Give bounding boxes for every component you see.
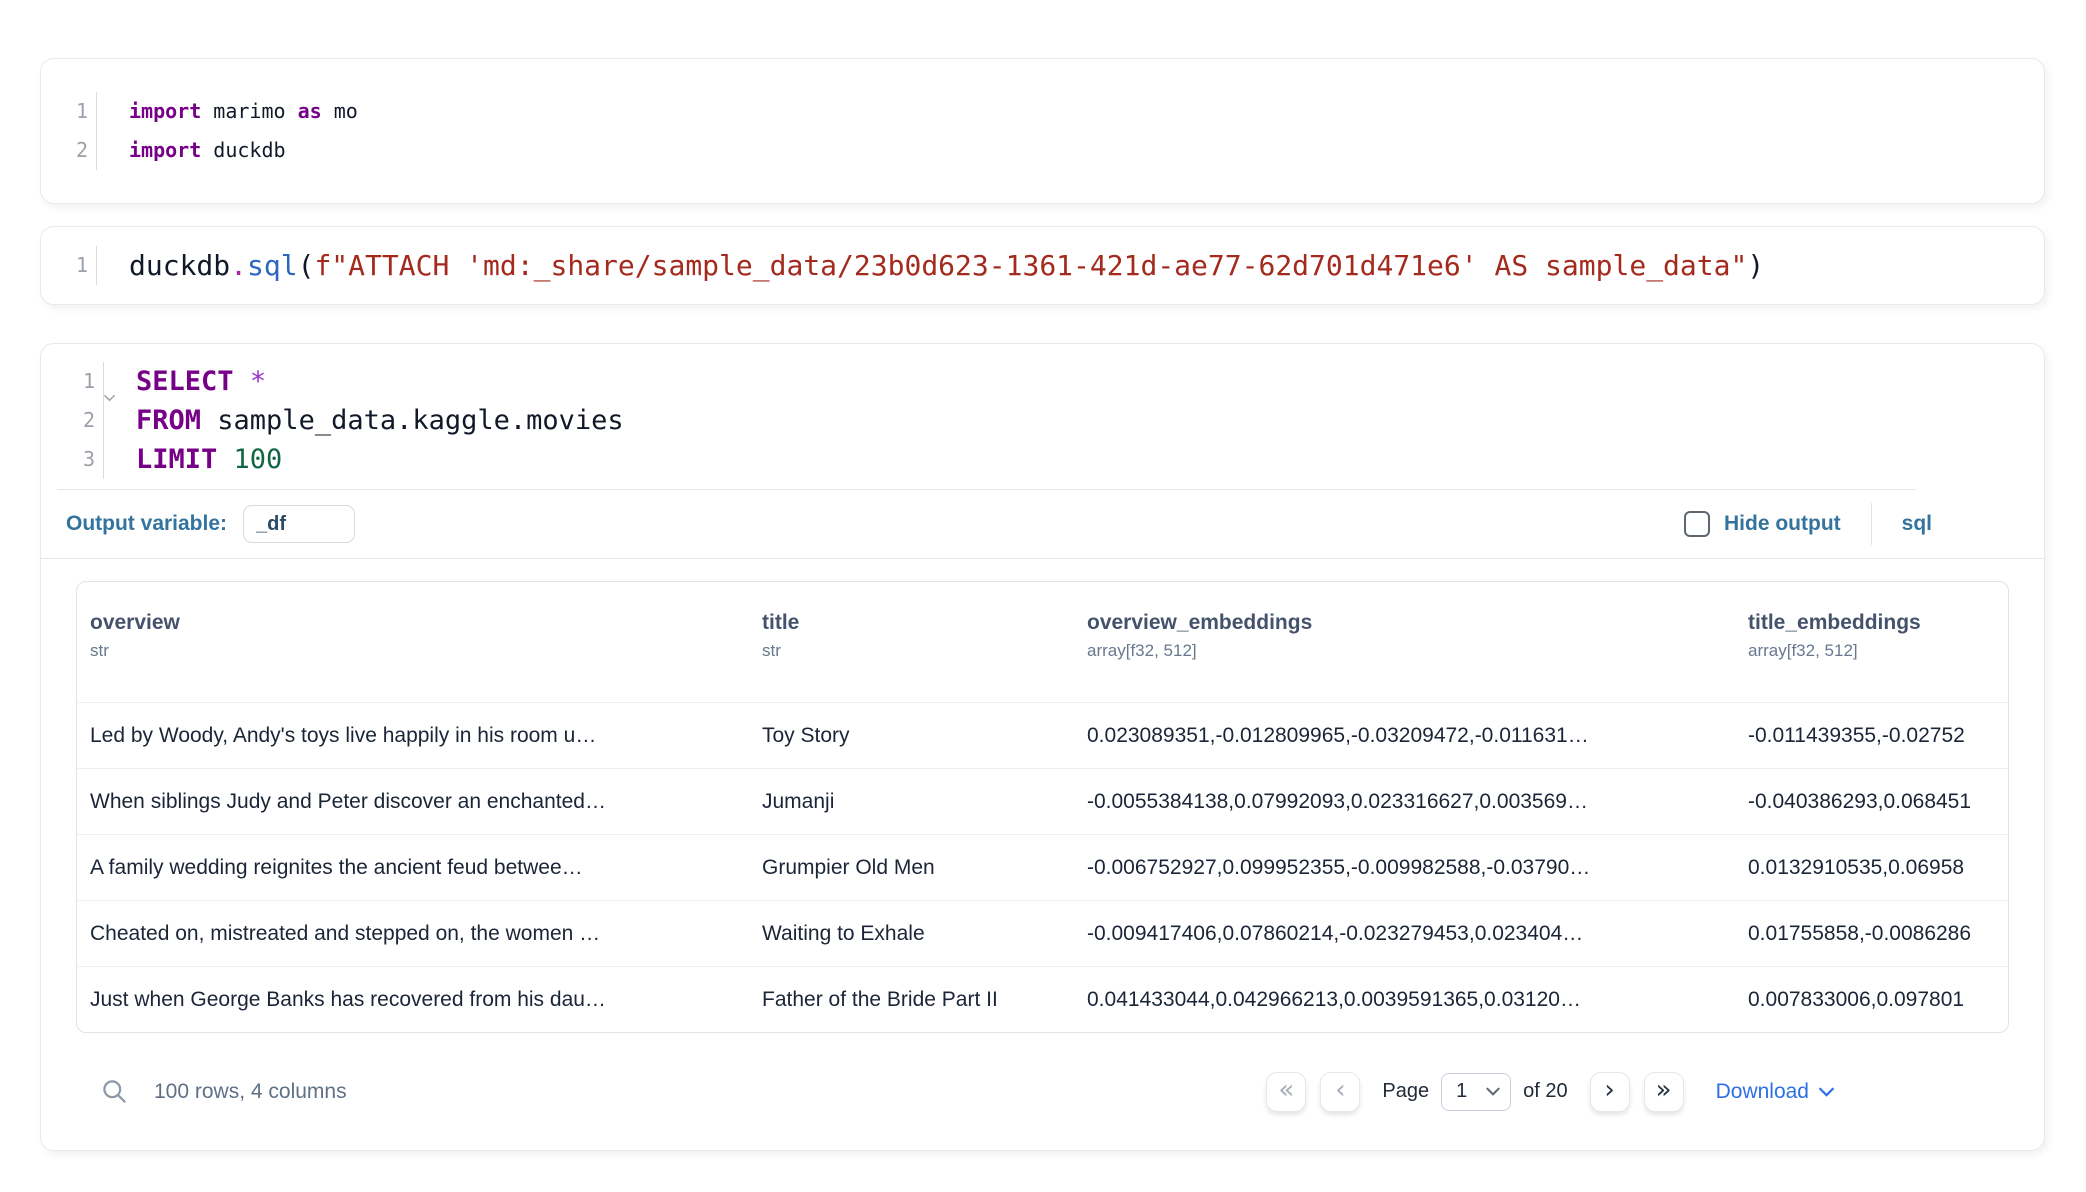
table-row[interactable]: Just when George Banks has recovered fro… bbox=[77, 966, 2008, 1032]
pagination: « ‹ Page 1 of 20 › » Download bbox=[1266, 1072, 1834, 1112]
table-cell: -0.0055384138,0.07992093,0.023316627,0.0… bbox=[1074, 790, 1735, 814]
code-cell-attach: 1duckdb.sql(f"ATTACH 'md:_share/sample_d… bbox=[40, 226, 2045, 305]
table-cell: 0.01755858,-0.0086286 bbox=[1735, 922, 2009, 946]
table-cell: -0.040386293,0.068451 bbox=[1735, 790, 2009, 814]
output-divider bbox=[41, 558, 2044, 559]
table-cell: A family wedding reignites the ancient f… bbox=[77, 856, 749, 880]
line-number: 2 bbox=[41, 131, 96, 170]
first-page-button[interactable]: « bbox=[1266, 1072, 1306, 1112]
column-header[interactable]: overviewstr bbox=[77, 610, 749, 702]
code-line[interactable]: 2import duckdb bbox=[41, 131, 2044, 170]
table-row[interactable]: A family wedding reignites the ancient f… bbox=[77, 834, 2008, 900]
vertical-divider bbox=[1871, 503, 1872, 545]
chevron-down-icon bbox=[1486, 1087, 1500, 1096]
table-row[interactable]: Cheated on, mistreated and stepped on, t… bbox=[77, 900, 2008, 966]
output-variable-input[interactable] bbox=[243, 505, 355, 543]
code-line[interactable]: 1duckdb.sql(f"ATTACH 'md:_share/sample_d… bbox=[41, 246, 2044, 285]
column-name: title bbox=[762, 610, 1074, 636]
fold-chevron-down-icon[interactable] bbox=[104, 376, 115, 415]
table-cell: -0.011439355,-0.02752 bbox=[1735, 724, 2009, 748]
table-header-row: overviewstrtitlestroverview_embeddingsar… bbox=[77, 582, 2008, 702]
column-type: array[f32, 512] bbox=[1087, 636, 1735, 666]
table-body: Led by Woody, Andy's toys live happily i… bbox=[77, 702, 2008, 1032]
table-footer: 100 rows, 4 columns « ‹ Page 1 of 20 › »… bbox=[41, 1033, 2044, 1150]
code-line[interactable]: 3LIMIT 100 bbox=[41, 440, 2044, 479]
table-cell: -0.006752927,0.099952355,-0.009982588,-0… bbox=[1074, 856, 1735, 880]
next-page-button[interactable]: › bbox=[1590, 1072, 1630, 1112]
column-name: overview_embeddings bbox=[1087, 610, 1735, 636]
table-cell: -0.009417406,0.07860214,-0.023279453,0.0… bbox=[1074, 922, 1735, 946]
table-row[interactable]: When siblings Judy and Peter discover an… bbox=[77, 768, 2008, 834]
line-number: 2 bbox=[41, 401, 103, 440]
last-page-button[interactable]: » bbox=[1644, 1072, 1684, 1112]
code-line[interactable]: 1import marimo as mo bbox=[41, 92, 2044, 131]
table-cell: Grumpier Old Men bbox=[749, 856, 1074, 880]
output-bar: Output variable: Hide output sql bbox=[41, 490, 2044, 558]
column-header[interactable]: overview_embeddingsarray[f32, 512] bbox=[1074, 610, 1735, 702]
column-name: overview bbox=[90, 610, 749, 636]
code-cell-imports: 1import marimo as mo2import duckdb bbox=[40, 58, 2045, 204]
table-cell: Led by Woody, Andy's toys live happily i… bbox=[77, 724, 749, 748]
page-number-select[interactable]: 1 bbox=[1441, 1073, 1511, 1111]
code-text: FROM sample_data.kaggle.movies bbox=[103, 401, 624, 440]
column-header[interactable]: title_embeddingsarray[f32, 512] bbox=[1735, 610, 2009, 702]
hide-output-checkbox[interactable] bbox=[1684, 511, 1710, 537]
table-row[interactable]: Led by Woody, Andy's toys live happily i… bbox=[77, 702, 2008, 768]
prev-page-button[interactable]: ‹ bbox=[1320, 1072, 1360, 1112]
download-label: Download bbox=[1716, 1080, 1809, 1104]
output-variable-label: Output variable: bbox=[66, 512, 227, 536]
column-type: str bbox=[90, 636, 749, 666]
table-cell: Cheated on, mistreated and stepped on, t… bbox=[77, 922, 749, 946]
code-text: import marimo as mo bbox=[96, 92, 358, 131]
code-text: SELECT * bbox=[103, 362, 266, 401]
dataframe-table: overviewstrtitlestroverview_embeddingsar… bbox=[76, 581, 2009, 1033]
row-count-summary: 100 rows, 4 columns bbox=[154, 1080, 347, 1104]
column-type: str bbox=[762, 636, 1074, 666]
table-cell: Jumanji bbox=[749, 790, 1074, 814]
table-cell: 0.023089351,-0.012809965,-0.03209472,-0.… bbox=[1074, 724, 1735, 748]
table-cell: When siblings Judy and Peter discover an… bbox=[77, 790, 749, 814]
download-button[interactable]: Download bbox=[1716, 1080, 1834, 1104]
table-cell: Toy Story bbox=[749, 724, 1074, 748]
column-header[interactable]: titlestr bbox=[749, 610, 1074, 702]
hide-output-label[interactable]: Hide output bbox=[1724, 512, 1841, 536]
line-number: 1 bbox=[41, 362, 103, 401]
code-editor-attach[interactable]: 1duckdb.sql(f"ATTACH 'md:_share/sample_d… bbox=[41, 246, 2044, 285]
column-type: array[f32, 512] bbox=[1748, 636, 2009, 666]
sql-cell: 1SELECT *2FROM sample_data.kaggle.movies… bbox=[40, 343, 2045, 1151]
table-cell: 0.007833006,0.097801 bbox=[1735, 988, 2009, 1012]
marimo-notebook: 1import marimo as mo2import duckdb 1duck… bbox=[40, 0, 2045, 1151]
language-badge[interactable]: sql bbox=[1902, 512, 1932, 536]
table-cell: Waiting to Exhale bbox=[749, 922, 1074, 946]
code-text: LIMIT 100 bbox=[103, 440, 282, 479]
code-text: duckdb.sql(f"ATTACH 'md:_share/sample_da… bbox=[96, 246, 1764, 285]
table-cell: 0.0132910535,0.06958 bbox=[1735, 856, 2009, 880]
code-line[interactable]: 2FROM sample_data.kaggle.movies bbox=[41, 401, 2044, 440]
code-editor-imports[interactable]: 1import marimo as mo2import duckdb bbox=[41, 92, 2044, 170]
page-label: Page bbox=[1382, 1080, 1429, 1103]
page-number-value: 1 bbox=[1456, 1080, 1467, 1103]
code-line[interactable]: 1SELECT * bbox=[41, 362, 2044, 401]
line-number: 3 bbox=[41, 440, 103, 479]
column-name: title_embeddings bbox=[1748, 610, 2009, 636]
chevron-down-icon bbox=[1819, 1087, 1834, 1097]
table-cell: Just when George Banks has recovered fro… bbox=[77, 988, 749, 1012]
line-number: 1 bbox=[41, 92, 96, 131]
code-editor-sql[interactable]: 1SELECT *2FROM sample_data.kaggle.movies… bbox=[41, 362, 2044, 479]
line-number: 1 bbox=[41, 246, 96, 285]
table-cell: Father of the Bride Part II bbox=[749, 988, 1074, 1012]
search-icon[interactable] bbox=[101, 1078, 128, 1105]
table-cell: 0.041433044,0.042966213,0.0039591365,0.0… bbox=[1074, 988, 1735, 1012]
page-total-label: of 20 bbox=[1523, 1080, 1567, 1103]
code-text: import duckdb bbox=[96, 131, 286, 170]
